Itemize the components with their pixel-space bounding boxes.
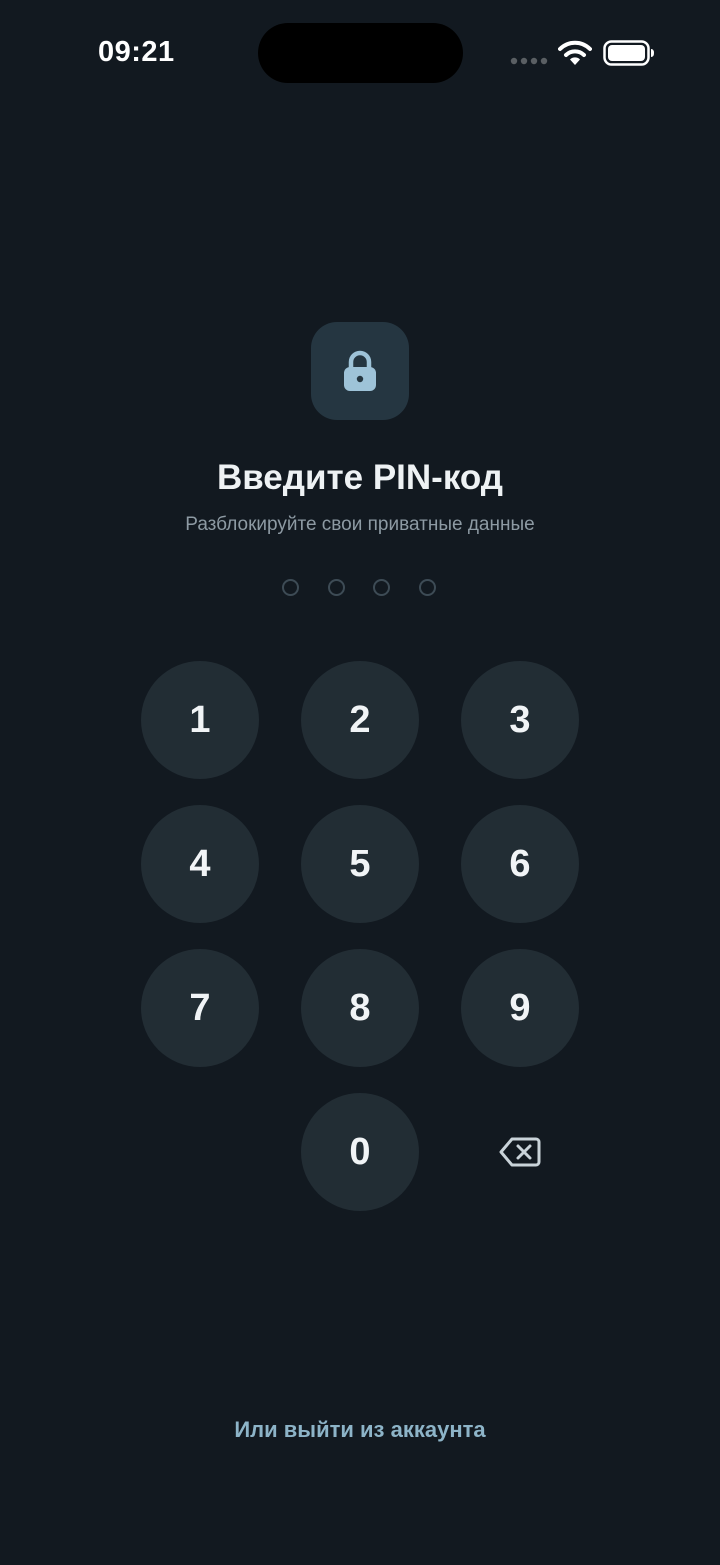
logout-link[interactable]: Или выйти из аккаунта: [0, 1417, 720, 1443]
pin-dot: [373, 579, 390, 596]
wifi-icon: [558, 40, 592, 65]
dynamic-island: [258, 23, 463, 83]
key-4[interactable]: 4: [141, 805, 259, 923]
cellular-signal-icon: [510, 57, 548, 65]
key-9[interactable]: 9: [461, 949, 579, 1067]
key-1[interactable]: 1: [141, 661, 259, 779]
pin-lock-screen: 09:21 Введите PIN-код Разблокируйте свои…: [0, 0, 720, 1565]
key-3[interactable]: 3: [461, 661, 579, 779]
battery-icon: [603, 40, 654, 66]
key-5[interactable]: 5: [301, 805, 419, 923]
status-time: 09:21: [98, 36, 175, 68]
page-title: Введите PIN-код: [216, 458, 504, 497]
key-6[interactable]: 6: [461, 805, 579, 923]
key-2[interactable]: 2: [301, 661, 419, 779]
lock-icon: [344, 350, 376, 391]
key-8[interactable]: 8: [301, 949, 419, 1067]
backspace-button[interactable]: [461, 1093, 579, 1211]
pin-dot: [282, 579, 299, 596]
lock-badge: [311, 322, 409, 420]
pin-dot: [419, 579, 436, 596]
page-subtitle: Разблокируйте свои приватные данные: [185, 514, 535, 535]
pin-dot: [328, 579, 345, 596]
backspace-icon: [499, 1137, 541, 1167]
key-7[interactable]: 7: [141, 949, 259, 1067]
key-0[interactable]: 0: [301, 1093, 419, 1211]
